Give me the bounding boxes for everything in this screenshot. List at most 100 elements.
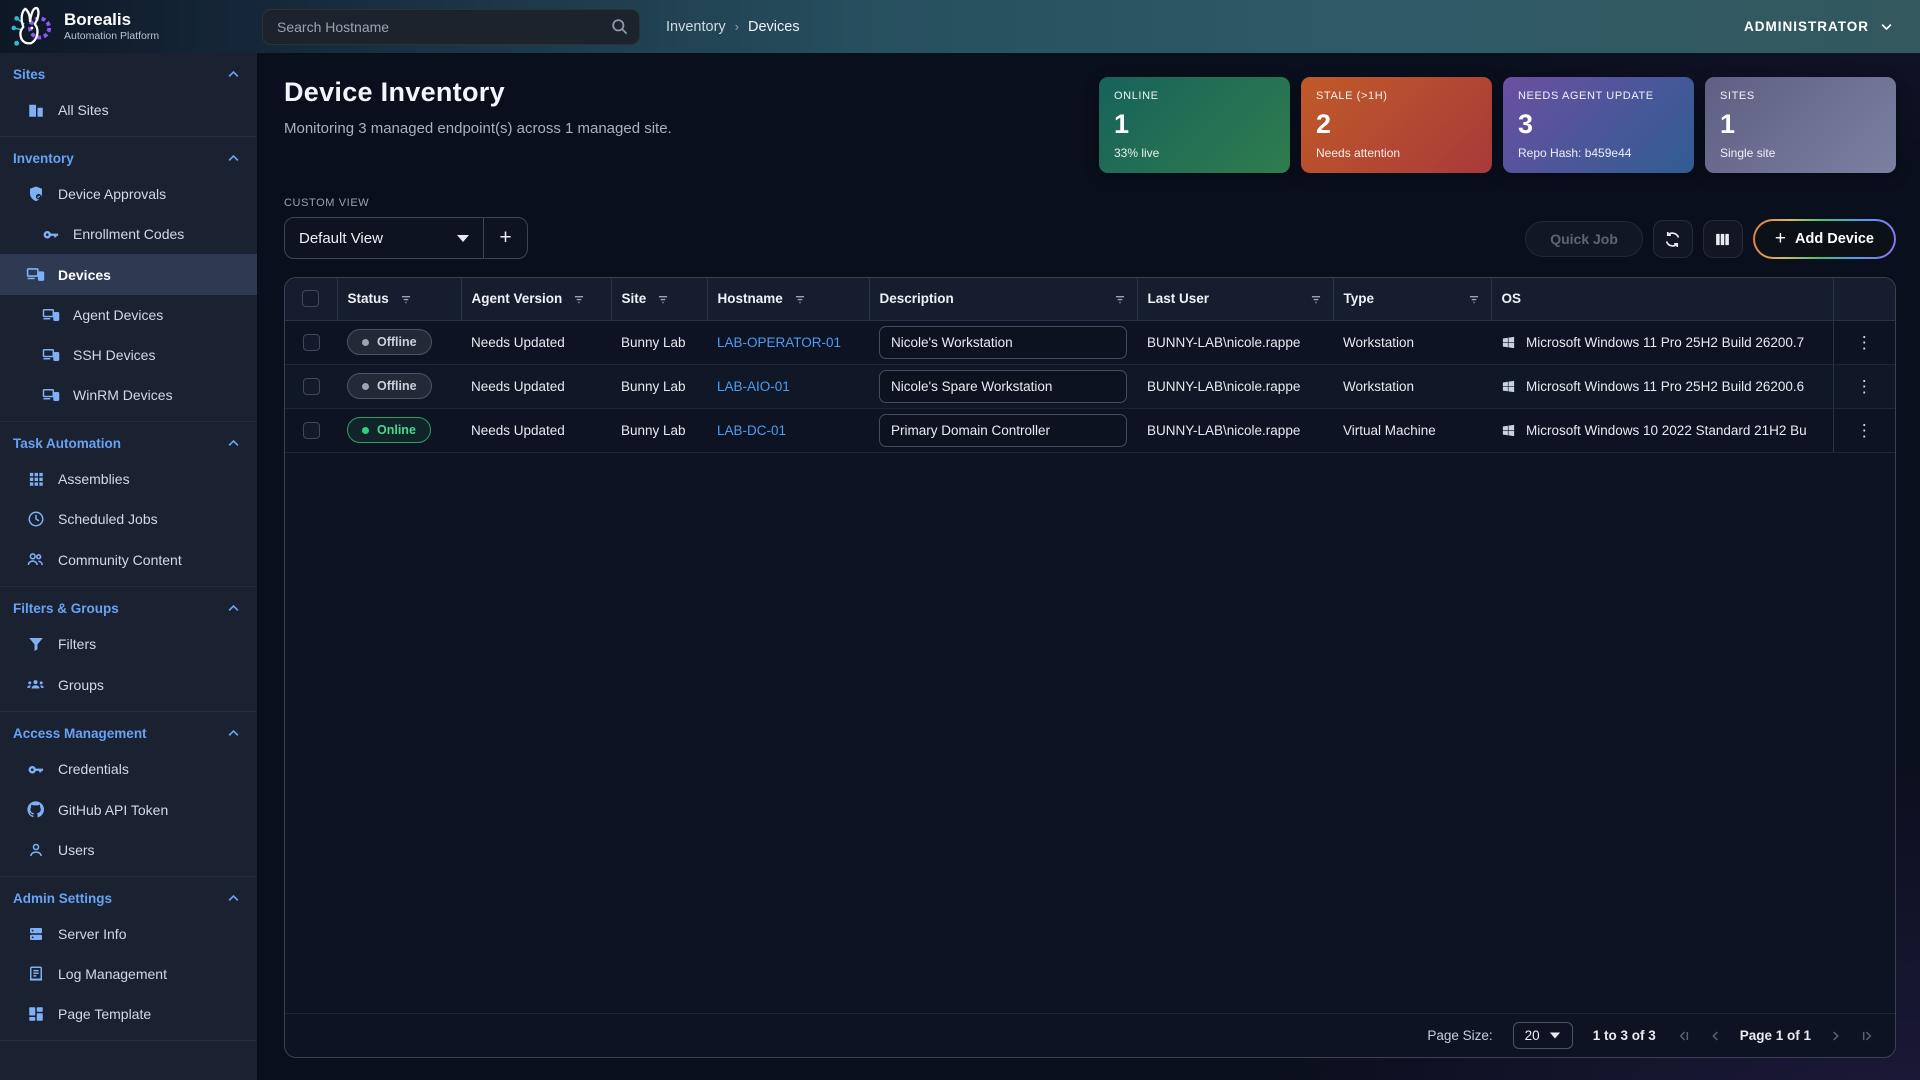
nav-section-task-automation: Task Automation Assemblies Scheduled Job… [0,422,257,587]
sidebar-item-enrollment-codes[interactable]: Enrollment Codes [0,214,257,254]
page-size-select[interactable]: 20 [1513,1022,1573,1049]
device-row-lab-aio-01: Offline Needs Updated Bunny Lab LAB-AIO-… [285,364,1895,408]
sidebar-item-agent-devices[interactable]: Agent Devices [0,295,257,335]
sidebar-item-label: Community Content [58,552,182,568]
column-filter-icon[interactable] [1309,292,1323,306]
devices-icon [41,386,60,404]
column-filter-icon[interactable] [572,292,586,306]
sidebar-item-community-content[interactable]: Community Content [0,539,257,580]
nav-header-task-automation[interactable]: Task Automation [0,426,257,459]
windows-icon [1501,423,1516,438]
first-page-button[interactable] [1676,1028,1692,1044]
stat-value: 3 [1518,111,1679,138]
nav-header-inventory[interactable]: Inventory [0,141,257,174]
hostname-link[interactable]: LAB-DC-01 [717,423,786,438]
description-input[interactable] [879,414,1127,447]
quick-job-button[interactable]: Quick Job [1525,221,1643,257]
stat-card-online: ONLINE 1 33% live [1099,77,1290,173]
column-filter-icon[interactable] [1113,292,1127,306]
nav-header-sites[interactable]: Sites [0,57,257,90]
column-filter-icon[interactable] [793,292,807,306]
sidebar-item-label: Groups [58,677,104,693]
sidebar-item-scheduled-jobs[interactable]: Scheduled Jobs [0,499,257,539]
view-select-value: Default View [299,230,383,247]
top-bar: Borealis Automation Platform Inventory ›… [0,0,1920,53]
column-filter-icon[interactable] [399,292,413,306]
sidebar-item-groups[interactable]: Groups [0,664,257,705]
select-all-checkbox[interactable] [302,290,319,307]
page-size-value: 20 [1525,1028,1540,1043]
row-checkbox[interactable] [303,378,320,395]
page-info-text: Page 1 of 1 [1740,1028,1811,1043]
sidebar-item-github-api-token[interactable]: GitHub API Token [0,789,257,830]
search-input[interactable] [262,9,640,45]
add-view-button[interactable]: + [483,218,527,258]
column-filter-icon[interactable] [656,292,670,306]
chevron-up-icon [226,601,241,616]
nav-section-admin-settings: Admin Settings Server Info Log Managemen… [0,877,257,1041]
hostname-link[interactable]: LAB-OPERATOR-01 [717,335,841,350]
refresh-button[interactable] [1653,220,1693,258]
sidebar-item-devices[interactable]: Devices [0,254,257,295]
sidebar-item-ssh-devices[interactable]: SSH Devices [0,335,257,375]
user-menu[interactable]: ADMINISTRATOR [1744,19,1894,34]
sidebar-item-device-approvals[interactable]: Device Approvals [0,174,257,214]
table-header-row: Status Agent Version Site Hostname Descr… [285,278,1895,320]
next-page-button[interactable] [1827,1028,1843,1044]
caret-down-icon [1550,1033,1560,1039]
clock-icon [26,510,45,528]
plus-icon: + [1775,228,1786,250]
sidebar-item-label: Assemblies [58,471,130,487]
sidebar-item-winrm-devices[interactable]: WinRM Devices [0,375,257,415]
nav-section-sites: Sites All Sites [0,53,257,137]
device-row-lab-operator-01: Offline Needs Updated Bunny Lab LAB-OPER… [285,320,1895,364]
sidebar-item-credentials[interactable]: Credentials [0,749,257,789]
stat-label: NEEDS AGENT UPDATE [1518,90,1679,102]
agent-version-cell: Needs Updated [461,408,611,452]
breadcrumb-devices[interactable]: Devices [748,19,800,35]
key-icon [41,225,60,243]
sidebar-item-all-sites[interactable]: All Sites [0,90,257,130]
add-device-button[interactable]: + Add Device [1753,219,1896,259]
status-badge: Offline [347,329,432,355]
stat-card-stale: STALE (>1H) 2 Needs attention [1301,77,1492,173]
stat-label: STALE (>1H) [1316,90,1477,102]
nav-header-access-management[interactable]: Access Management [0,716,257,749]
sidebar-item-filters[interactable]: Filters [0,624,257,664]
row-menu-kebab-icon[interactable]: ⋮ [1856,421,1873,440]
people-icon [26,550,45,569]
columns-button[interactable] [1703,220,1743,258]
description-input[interactable] [879,326,1127,359]
app-root: Borealis Automation Platform Inventory ›… [0,0,1920,1080]
brand: Borealis Automation Platform [0,5,258,49]
stat-value: 1 [1114,111,1275,138]
nav-header-filters-groups[interactable]: Filters & Groups [0,591,257,624]
last-user-cell: BUNNY-LAB\nicole.rappe [1137,320,1333,364]
os-text: Microsoft Windows 11 Pro 25H2 Build 2620… [1526,379,1804,394]
sidebar-item-page-template[interactable]: Page Template [0,994,257,1034]
sidebar-item-users[interactable]: Users [0,830,257,870]
previous-page-button[interactable] [1708,1028,1724,1044]
column-filter-icon[interactable] [1467,292,1481,306]
view-select[interactable]: Default View [285,218,483,258]
table-toolbar: Quick Job + Add Device [1525,219,1896,259]
sidebar-item-label: SSH Devices [73,347,155,363]
agent-version-cell: Needs Updated [461,320,611,364]
hostname-link[interactable]: LAB-AIO-01 [717,379,790,394]
sidebar-item-server-info[interactable]: Server Info [0,914,257,954]
sidebar-item-assemblies[interactable]: Assemblies [0,459,257,499]
sidebar-item-label: Page Template [58,1006,151,1022]
github-icon [26,800,45,819]
nav-header-label: Task Automation [13,436,121,451]
row-menu-kebab-icon[interactable]: ⋮ [1856,333,1873,352]
last-page-button[interactable] [1859,1028,1875,1044]
breadcrumb-inventory[interactable]: Inventory [666,19,726,35]
columns-icon [1714,231,1731,248]
description-input[interactable] [879,370,1127,403]
row-checkbox[interactable] [303,334,320,351]
sidebar-item-log-management[interactable]: Log Management [0,954,257,994]
page-title: Device Inventory [284,77,672,108]
nav-header-admin-settings[interactable]: Admin Settings [0,881,257,914]
row-checkbox[interactable] [303,422,320,439]
row-menu-kebab-icon[interactable]: ⋮ [1856,377,1873,396]
